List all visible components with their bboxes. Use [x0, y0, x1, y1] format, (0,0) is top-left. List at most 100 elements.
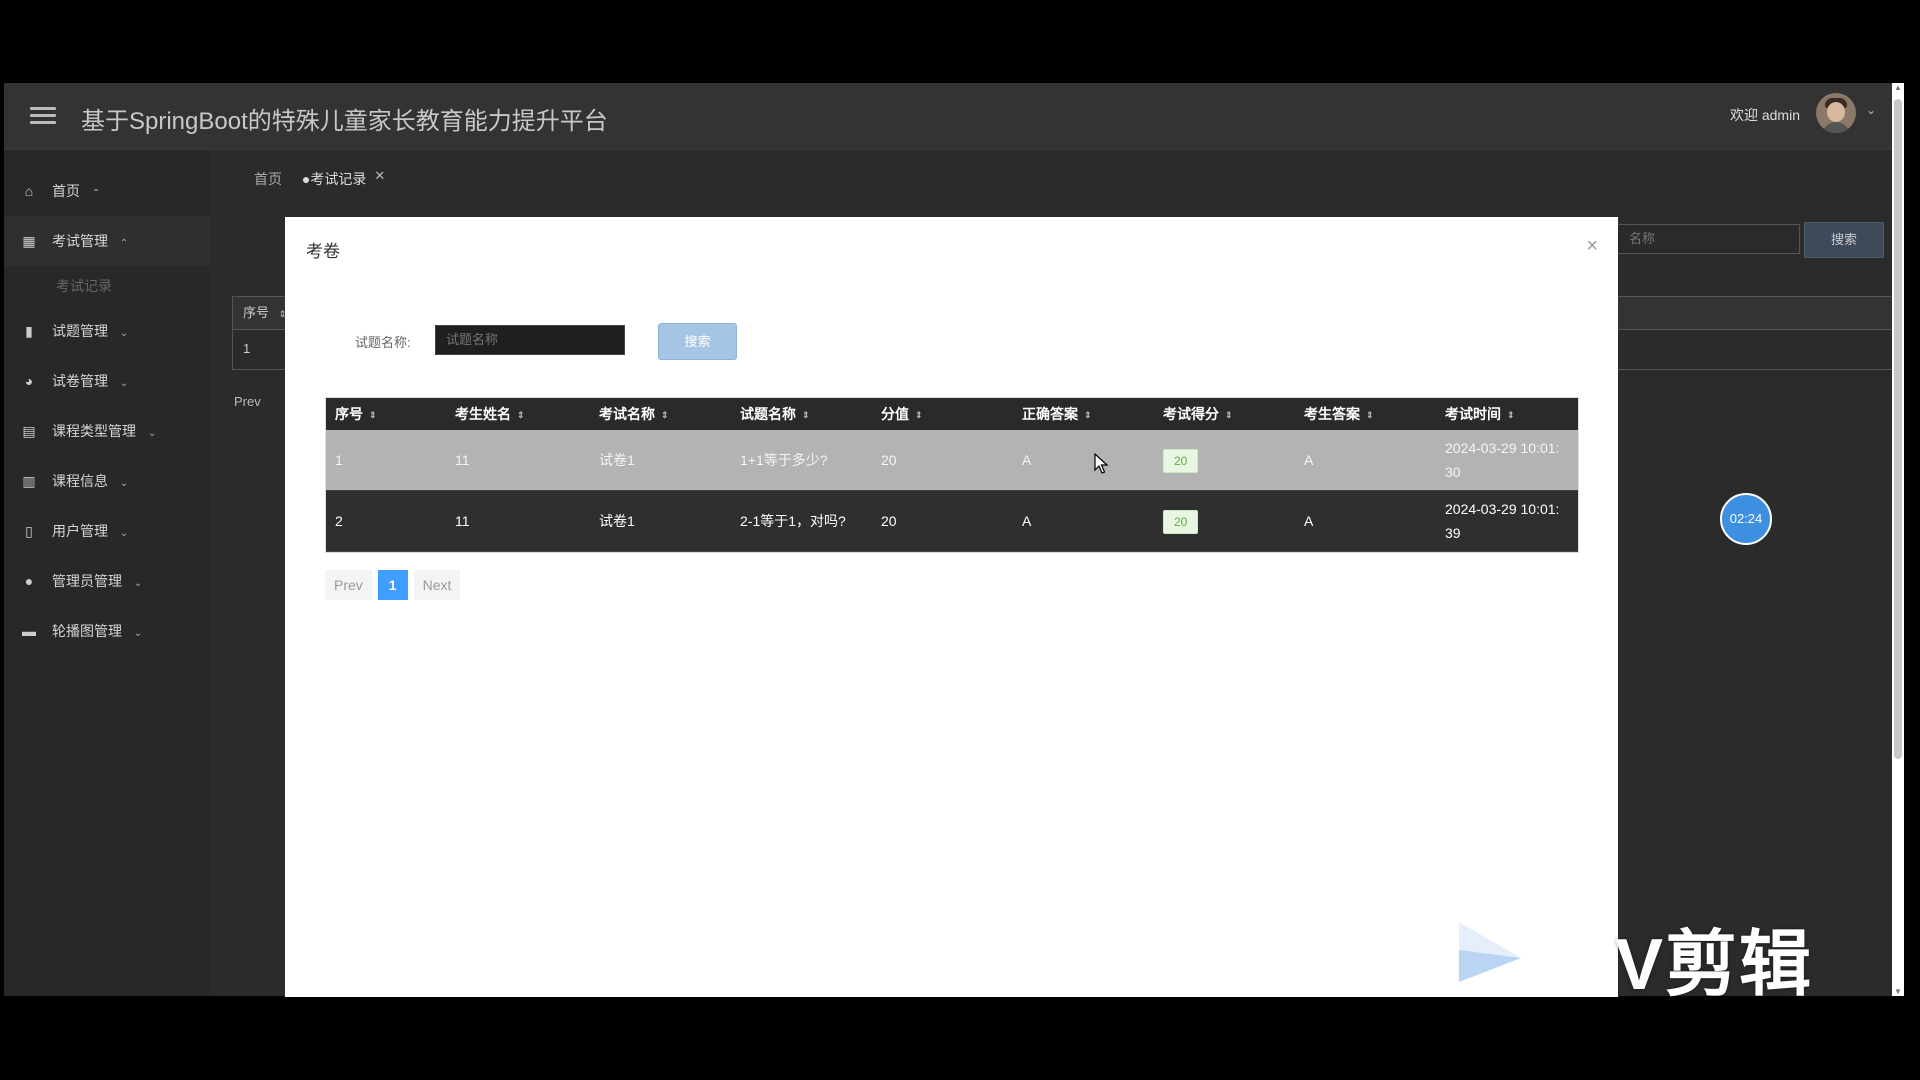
- table-row[interactable]: 2 11 试卷1 2-1等于1，对吗? 20 A 20 A 2024-03-29…: [326, 491, 1578, 552]
- tab-bar: 首页 ●考试记录 ✕: [252, 165, 399, 191]
- sidebar-item-question-management[interactable]: ▮ 试题管理 ⌄: [4, 306, 210, 356]
- cell-score-value: 20: [881, 513, 897, 529]
- chevron-up-icon: ⌃: [91, 188, 101, 199]
- exam-records-table: 序号 ⇕ 考生姓名 ⇕ 考试名称 ⇕ 试题名称 ⇕ 分值 ⇕ 正确答案 ⇕ 考试得分 ⇕ 考生…: [325, 397, 1579, 553]
- sidebar-item-label: 课程类型管理: [52, 423, 136, 439]
- column-header[interactable]: 分值 ⇕: [881, 398, 923, 430]
- question-icon: ▮: [25, 323, 33, 339]
- paper-icon: ◕: [24, 373, 34, 389]
- sidebar-item-carousel-management[interactable]: ▬ 轮播图管理 ⌄: [4, 606, 210, 656]
- filter-label: 试题名称:: [355, 335, 411, 350]
- sort-icon: ⇕: [1084, 410, 1092, 421]
- welcome-text: 欢迎 admin: [1729, 107, 1800, 123]
- admin-icon: ●: [24, 573, 34, 589]
- background-search-button[interactable]: 搜索: [1804, 222, 1884, 258]
- watermark-text: V剪辑: [1615, 925, 1814, 1005]
- sidebar-item-user-management[interactable]: ▯ 用户管理 ⌄: [4, 506, 210, 556]
- sidebar-subitem-exam-records[interactable]: 考试记录: [4, 266, 210, 306]
- sidebar-item-admin-management[interactable]: ● 管理员管理 ⌄: [4, 556, 210, 606]
- sidebar-item-label: 轮播图管理: [52, 623, 122, 639]
- tab-exam-records[interactable]: ●考试记录 ✕: [300, 165, 387, 193]
- table-row[interactable]: 1 11 试卷1 1+1等于多少? 20 A 20 A 2024-03-29 1…: [326, 430, 1578, 491]
- background-prev-button[interactable]: Prev: [234, 394, 261, 409]
- exam-icon: ▦: [22, 233, 36, 249]
- tab-home[interactable]: 首页: [252, 165, 284, 193]
- cell-time: 2024-03-29 10:01: 39: [1445, 501, 1560, 541]
- close-icon[interactable]: ×: [1586, 235, 1598, 258]
- chevron-up-icon: ⌃: [119, 238, 129, 249]
- sort-icon: ⇕: [1507, 410, 1515, 421]
- sort-icon: ⇕: [802, 410, 810, 421]
- prev-page-button[interactable]: Prev: [325, 570, 372, 600]
- course-type-icon: ▤: [22, 423, 36, 439]
- sidebar-item-paper-management[interactable]: ◕ 试卷管理 ⌄: [4, 356, 210, 406]
- column-header[interactable]: 考试时间 ⇕: [1445, 398, 1515, 430]
- chevron-down-icon: ⌄: [119, 528, 129, 539]
- cell-answer: A: [1304, 452, 1314, 468]
- cell-correct-answer: A: [1022, 452, 1032, 468]
- cell-no: 1: [335, 452, 343, 468]
- chevron-down-icon: ⌄: [119, 478, 129, 489]
- cell-question: 1+1等于多少?: [740, 452, 828, 468]
- scroll-down-icon[interactable]: ▼: [1893, 987, 1903, 996]
- sidebar-item-course-type-management[interactable]: ▤ 课程类型管理 ⌄: [4, 406, 210, 456]
- page-number-button[interactable]: 1: [377, 570, 408, 600]
- sidebar-item-exam-management[interactable]: ▦ 考试管理 ⌃: [4, 216, 210, 266]
- cell-name: 11: [455, 513, 470, 529]
- exam-paper-modal: 考卷 × 试题名称: 搜索 序号⇕ 考生姓名⇕ 考试名称⇕ 试题名称⇕ 分值⇕ …: [285, 217, 1618, 997]
- top-header: 基于SpringBoot的特殊儿童家长教育能力提升平台 欢迎 admin ⌄: [4, 83, 1904, 150]
- column-header[interactable]: 考试得分 ⇕: [1163, 398, 1233, 430]
- vertical-scrollbar[interactable]: ▲ ▼: [1892, 83, 1904, 996]
- cell-correct-answer: A: [1022, 513, 1032, 529]
- column-header[interactable]: 考生姓名 ⇕: [455, 398, 525, 430]
- chevron-down-icon[interactable]: ⌄: [1866, 103, 1876, 117]
- pagination: Prev 1 Next: [325, 570, 466, 600]
- chevron-down-icon: ⌄: [147, 428, 157, 439]
- avatar-shirt: [1822, 122, 1850, 133]
- sort-icon: ⇕: [661, 410, 669, 421]
- sort-icon: ⇕: [1225, 410, 1233, 421]
- sidebar-item-label: 试题管理: [52, 323, 108, 339]
- column-header[interactable]: 正确答案 ⇕: [1022, 398, 1092, 430]
- sidebar-item-home[interactable]: ⌂ 首页 ⌃: [4, 166, 210, 216]
- sidebar-item-label: 考试管理: [52, 233, 108, 249]
- chevron-down-icon: ⌄: [133, 628, 143, 639]
- course-info-icon: ▥: [22, 473, 36, 489]
- question-name-input[interactable]: [435, 325, 625, 355]
- chevron-down-icon: ⌄: [119, 328, 129, 339]
- column-header[interactable]: 序号 ⇕: [335, 398, 377, 430]
- column-header[interactable]: 考生答案 ⇕: [1304, 398, 1374, 430]
- user-icon: ▯: [25, 523, 33, 539]
- modal-title: 考卷: [306, 242, 340, 261]
- chevron-down-icon: ⌄: [133, 578, 143, 589]
- scrollbar-thumb[interactable]: [1894, 99, 1902, 759]
- sidebar-item-label: 首页: [52, 183, 80, 199]
- cell-time: 2024-03-29 10:01: 30: [1445, 440, 1560, 480]
- cell-exam: 试卷1: [599, 452, 635, 468]
- next-page-button[interactable]: Next: [413, 570, 461, 600]
- cell-question: 2-1等于1，对吗?: [740, 513, 846, 529]
- sidebar-item-course-info[interactable]: ▥ 课程信息 ⌄: [4, 456, 210, 506]
- home-icon: ⌂: [24, 183, 34, 199]
- column-header[interactable]: 试题名称 ⇕: [740, 398, 810, 430]
- sidebar-item-label: 试卷管理: [52, 373, 108, 389]
- background-search-input[interactable]: 名称: [1604, 224, 1800, 254]
- cell-name: 11: [455, 452, 470, 468]
- chevron-down-icon: ⌄: [119, 378, 129, 389]
- cell-score: 20: [1163, 430, 1199, 490]
- score-badge: 20: [1163, 510, 1199, 535]
- avatar[interactable]: [1816, 93, 1856, 133]
- app-title: 基于SpringBoot的特殊儿童家长教育能力提升平台: [81, 108, 608, 135]
- scroll-up-icon[interactable]: ▲: [1893, 83, 1903, 92]
- cell-score-value: 20: [881, 452, 897, 468]
- sidebar: ⌂ 首页 ⌃ ▦ 考试管理 ⌃ 考试记录 ▮ 试题管理 ⌄ ◕ 试卷管理 ⌄ ▤…: [4, 150, 210, 996]
- column-header[interactable]: 考试名称 ⇕: [599, 398, 669, 430]
- sidebar-item-label: 课程信息: [52, 473, 108, 489]
- watermark-logo-icon: [1459, 922, 1521, 982]
- search-button[interactable]: 搜索: [658, 323, 737, 360]
- sidebar-item-label: 管理员管理: [52, 573, 122, 589]
- hamburger-menu-icon[interactable]: [30, 103, 56, 127]
- close-icon[interactable]: ✕: [374, 168, 385, 183]
- recording-timer-bubble[interactable]: 02:24: [1720, 493, 1772, 545]
- sidebar-item-label: 用户管理: [52, 523, 108, 539]
